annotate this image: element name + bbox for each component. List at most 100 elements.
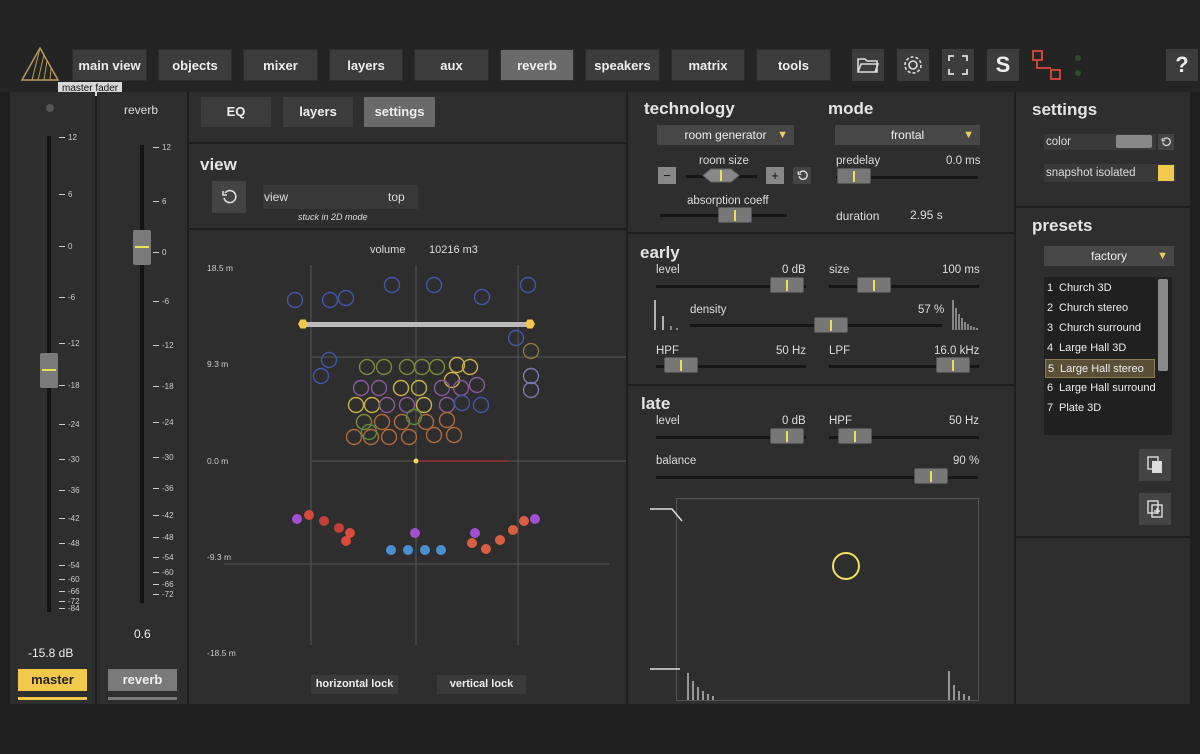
technology-dropdown[interactable]: room generator ▼ — [657, 125, 794, 145]
reflection-circle — [522, 342, 540, 360]
early-level-handle[interactable] — [770, 277, 804, 293]
reverb-scale-tick: -30 — [153, 453, 174, 462]
reflection-circle — [352, 379, 370, 397]
master-button[interactable]: master — [18, 669, 87, 691]
reverb-fader-track[interactable] — [140, 145, 144, 603]
speaker-array-bar — [303, 322, 531, 327]
reverb-scale-tick: -66 — [153, 580, 174, 589]
preset-item[interactable]: 6 Large Hall surround — [1045, 379, 1155, 398]
nav-tools[interactable]: tools — [756, 49, 831, 81]
reset-view-button[interactable] — [212, 181, 246, 213]
early-level-value: 0 dB — [782, 264, 806, 276]
room-size-reset-button[interactable] — [793, 167, 811, 184]
settings-button[interactable] — [897, 49, 929, 81]
reflection-circle — [345, 428, 363, 446]
reverb-button[interactable]: reverb — [108, 669, 177, 691]
early-hpf-handle[interactable] — [664, 357, 698, 373]
speaker-dot — [292, 514, 302, 524]
y-axis-label: -9.3 m — [207, 552, 231, 562]
speaker-array-end — [298, 319, 308, 329]
reverb-fader-handle[interactable] — [133, 230, 151, 265]
copy-preset-button[interactable] — [1139, 449, 1171, 481]
tab-eq[interactable]: EQ — [201, 97, 271, 127]
master-scale-tick: -24 — [59, 420, 80, 429]
reverb-value: 0.6 — [134, 627, 151, 641]
speaker-dot — [467, 538, 477, 548]
mode-dropdown[interactable]: frontal ▼ — [835, 125, 980, 145]
preset-item[interactable]: 3 Church surround — [1045, 319, 1155, 338]
open-folder-button[interactable] — [852, 49, 884, 81]
nav-matrix[interactable]: matrix — [671, 49, 745, 81]
room-size-plus-button[interactable]: + — [766, 167, 784, 184]
preset-number: 4 — [1047, 342, 1054, 354]
solo-button[interactable]: S — [987, 49, 1019, 81]
horizontal-lock-button[interactable]: horizontal lock — [311, 675, 398, 694]
reflection-circle — [507, 329, 525, 347]
reflection-circle — [445, 426, 463, 444]
room-size-handle[interactable] — [701, 167, 741, 184]
add-preset-button[interactable] — [1139, 493, 1171, 525]
view-title: view — [200, 155, 237, 174]
master-scale-tick: -18 — [59, 381, 80, 390]
balance-pad-graphics — [650, 508, 970, 700]
preset-item[interactable]: 4 Large Hall 3D — [1045, 339, 1155, 358]
master-scale-tick: 12 — [59, 133, 77, 142]
y-axis-label: -18.5 m — [207, 648, 236, 658]
nav-main-view[interactable]: main view — [72, 49, 147, 81]
color-swatch[interactable] — [1116, 135, 1152, 148]
nav-aux[interactable]: aux — [414, 49, 489, 81]
late-hpf-label: HPF — [829, 415, 852, 427]
presets-title: presets — [1032, 216, 1093, 235]
fullscreen-button[interactable] — [942, 49, 974, 81]
early-size-handle[interactable] — [857, 277, 891, 293]
early-density-high-icon — [952, 300, 978, 330]
preset-list-scrollbar[interactable] — [1158, 279, 1168, 371]
vertical-lock-button[interactable]: vertical lock — [437, 675, 526, 694]
preset-item[interactable]: 1 Church 3D — [1045, 279, 1155, 298]
nav-objects[interactable]: objects — [158, 49, 232, 81]
status-led-top — [1075, 55, 1081, 61]
preset-item[interactable]: 5 Large Hall stereo — [1045, 359, 1155, 378]
nav-layers[interactable]: layers — [329, 49, 403, 81]
folder-icon — [857, 58, 879, 73]
room-view-canvas[interactable]: 18.5 m 9.3 m 0.0 m -9.3 m -18.5 m — [189, 230, 626, 704]
color-reset-button[interactable] — [1158, 134, 1174, 150]
view-field-label: view — [264, 190, 289, 204]
early-hpf-label: HPF — [656, 345, 679, 357]
predelay-value: 0.0 ms — [946, 155, 981, 167]
absorption-handle[interactable] — [718, 207, 752, 223]
reflection-circle — [473, 288, 491, 306]
speaker-dot — [508, 525, 518, 535]
tab-layers[interactable]: layers — [283, 97, 353, 127]
early-size-track[interactable] — [829, 285, 979, 288]
presets-dropdown[interactable]: factory ▼ — [1044, 246, 1174, 266]
predelay-handle[interactable] — [837, 168, 871, 184]
help-button[interactable]: ? — [1166, 49, 1198, 81]
reflection-circle — [438, 396, 456, 414]
preset-item[interactable]: 2 Church stereo — [1045, 299, 1155, 318]
master-fader-handle[interactable] — [40, 353, 58, 388]
speaker-dot — [530, 514, 540, 524]
master-scale-tick: -60 — [59, 575, 80, 584]
early-lpf-handle[interactable] — [936, 357, 970, 373]
gear-icon — [904, 56, 922, 74]
tab-settings[interactable]: settings — [364, 97, 435, 127]
snapshot-isolated-checkbox[interactable] — [1158, 165, 1174, 181]
speaker-array-end — [525, 319, 535, 329]
preset-number: 1 — [1047, 282, 1054, 294]
view-note: stuck in 2D mode — [298, 212, 368, 222]
late-hpf-handle[interactable] — [838, 428, 872, 444]
early-size-label: size — [829, 264, 850, 276]
room-size-minus-button[interactable]: − — [658, 167, 676, 184]
preset-name: Large Hall surround — [1059, 382, 1155, 394]
nav-speakers[interactable]: speakers — [585, 49, 660, 81]
preset-item[interactable]: 7 Plate 3D — [1045, 399, 1155, 418]
preset-list[interactable]: 1 Church 3D 2 Church stereo 3 Church surround… — [1044, 277, 1172, 435]
reflection-circle — [453, 394, 471, 412]
late-balance-handle[interactable] — [914, 468, 948, 484]
late-level-handle[interactable] — [770, 428, 804, 444]
master-scale-tick: 0 — [59, 242, 72, 251]
nav-mixer[interactable]: mixer — [243, 49, 318, 81]
nav-reverb[interactable]: reverb — [500, 49, 574, 81]
early-density-handle[interactable] — [814, 317, 848, 333]
